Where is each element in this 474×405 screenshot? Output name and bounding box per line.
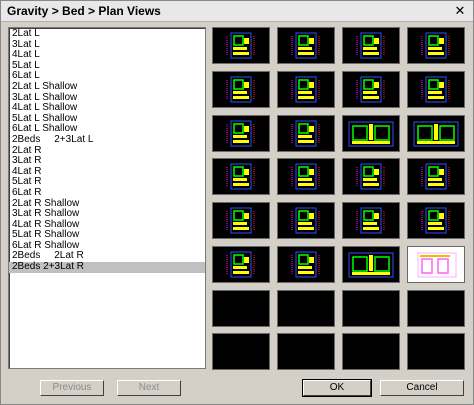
plan-thumbnail[interactable] [277, 333, 335, 370]
plan-thumbnail[interactable] [407, 246, 465, 283]
plan-thumbnail[interactable] [342, 202, 400, 239]
plan-thumbnail[interactable] [212, 115, 270, 152]
list-item[interactable]: 2Beds 2+3Lat L [9, 134, 205, 146]
plan-thumbnail[interactable] [277, 71, 335, 108]
plan-thumbnail[interactable] [342, 290, 400, 327]
plan-thumbnail[interactable] [212, 158, 270, 195]
plan-thumbnail[interactable] [342, 246, 400, 283]
plan-thumbnail[interactable] [342, 158, 400, 195]
plan-thumbnail[interactable] [277, 246, 335, 283]
title-bar: Gravity > Bed > Plan Views ✕ [1, 1, 473, 22]
plan-thumbnail[interactable] [342, 333, 400, 370]
plan-thumbnail[interactable] [277, 115, 335, 152]
previous-button[interactable]: Previous [40, 380, 104, 396]
plan-thumbnail[interactable] [342, 115, 400, 152]
plan-thumbnail[interactable] [407, 333, 465, 370]
plan-thumbnail[interactable] [407, 115, 465, 152]
next-button[interactable]: Next [117, 380, 181, 396]
plan-views-dialog: Gravity > Bed > Plan Views ✕ 2Lat L 3Lat … [0, 0, 474, 405]
plan-thumbnail[interactable] [407, 202, 465, 239]
close-icon[interactable]: ✕ [452, 3, 468, 18]
cancel-button[interactable]: Cancel [380, 380, 464, 396]
plan-thumbnail[interactable] [277, 27, 335, 64]
plan-thumbnail[interactable] [212, 290, 270, 327]
plan-thumbnail[interactable] [277, 202, 335, 239]
plan-thumbnail[interactable] [407, 158, 465, 195]
plan-thumbnail[interactable] [212, 202, 270, 239]
plan-thumbnail[interactable] [277, 290, 335, 327]
plan-thumbnail[interactable] [407, 27, 465, 64]
plan-thumbnail[interactable] [277, 158, 335, 195]
plan-thumbnail[interactable] [212, 27, 270, 64]
plan-thumbnail[interactable] [342, 27, 400, 64]
plan-thumbnail[interactable] [212, 246, 270, 283]
list-item[interactable]: 2Lat L Shallow [9, 81, 205, 93]
plan-thumbnail[interactable] [407, 290, 465, 327]
window-title: Gravity > Bed > Plan Views [7, 4, 161, 18]
list-item[interactable]: 6Lat R [9, 187, 205, 199]
list-item[interactable]: 2Lat L [9, 28, 205, 40]
plan-thumbnail[interactable] [212, 71, 270, 108]
plan-thumbnail[interactable] [407, 71, 465, 108]
plan-thumbnail[interactable] [342, 71, 400, 108]
list-item[interactable]: 2Beds 2+3Lat R [9, 261, 205, 273]
plan-view-list[interactable]: 2Lat L 3Lat L 4Lat L 5Lat L 6Lat L 2Lat L Sha… [8, 27, 206, 369]
plan-thumbnail[interactable] [212, 333, 270, 370]
ok-button[interactable]: OK [302, 379, 372, 397]
